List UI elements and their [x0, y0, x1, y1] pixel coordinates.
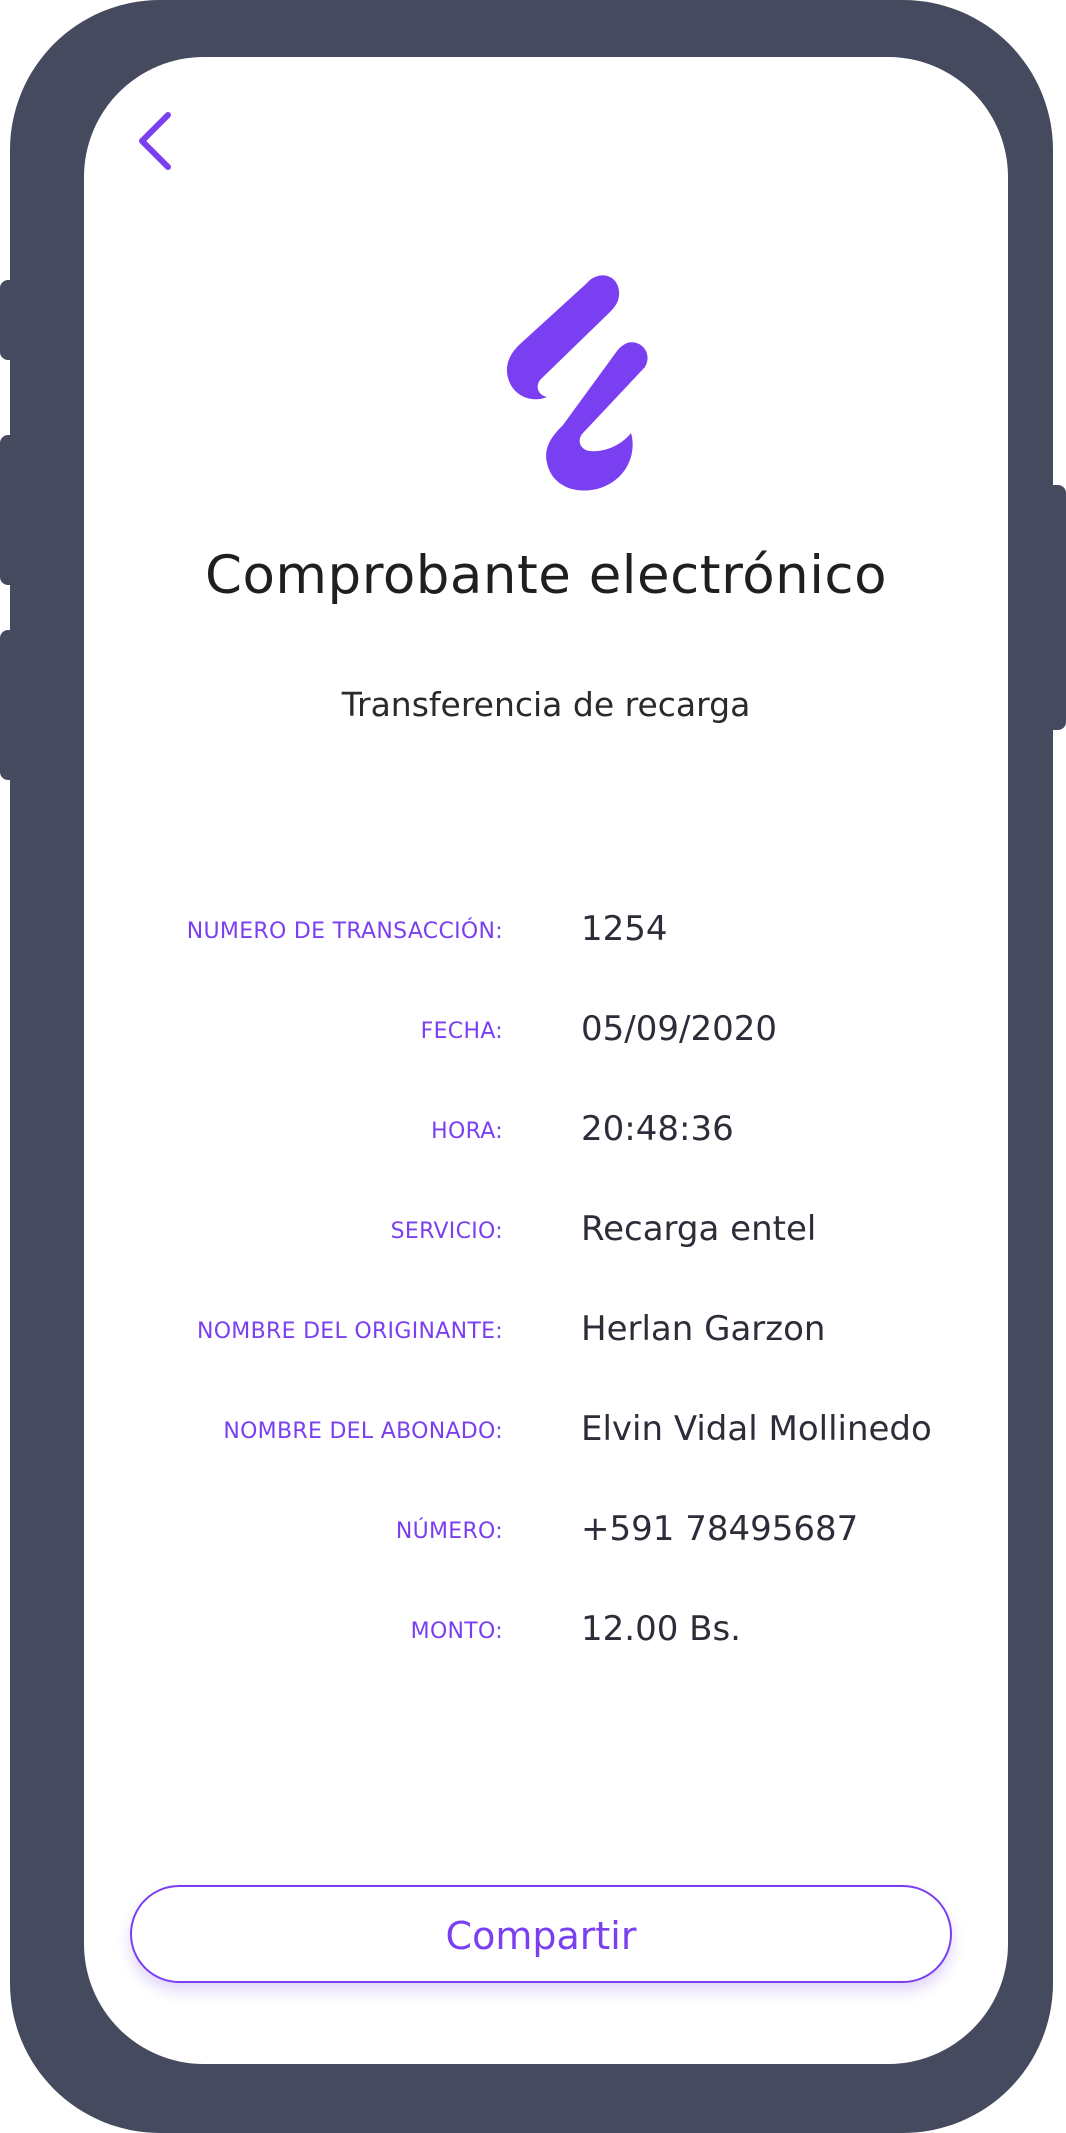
transaction-number-value: 1254 — [581, 909, 668, 949]
phone-number-label: NÚMERO: — [395, 1519, 503, 1544]
time-label: HORA: — [431, 1119, 503, 1144]
phone-number-value: +591 78495687 — [581, 1509, 859, 1549]
detail-row-time: HORA: 20:48:36 — [84, 1109, 1008, 1209]
detail-row-phone-number: NÚMERO: +591 78495687 — [84, 1509, 1008, 1609]
originator-name-label: NOMBRE DEL ORIGINANTE: — [196, 1319, 503, 1344]
originator-name-value: Herlan Garzon — [581, 1309, 826, 1349]
brand-logo-icon — [506, 275, 648, 491]
amount-label: MONTO: — [410, 1619, 503, 1644]
amount-value: 12.00 Bs. — [581, 1609, 741, 1649]
date-value: 05/09/2020 — [581, 1009, 777, 1049]
receipt-details: NUMERO DE TRANSACCIÓN: 1254 FECHA: 05/09… — [84, 909, 1008, 1709]
transaction-number-label: NUMERO DE TRANSACCIÓN: — [186, 919, 503, 944]
detail-row-date: FECHA: 05/09/2020 — [84, 1009, 1008, 1109]
page-title: Comprobante electrónico — [205, 545, 887, 606]
detail-row-amount: MONTO: 12.00 Bs. — [84, 1609, 1008, 1709]
date-label: FECHA: — [420, 1019, 503, 1044]
service-value: Recarga entel — [581, 1209, 817, 1249]
back-button[interactable] — [124, 107, 184, 177]
detail-row-subscriber-name: NOMBRE DEL ABONADO: Elvin Vidal Mollined… — [84, 1409, 1008, 1509]
detail-row-originator-name: NOMBRE DEL ORIGINANTE: Herlan Garzon — [84, 1309, 1008, 1409]
subscriber-name-value: Elvin Vidal Mollinedo — [581, 1409, 932, 1449]
share-button[interactable]: Compartir — [130, 1885, 952, 1983]
service-label: SERVICIO: — [390, 1219, 503, 1244]
phone-frame: Comprobante electrónico Transferencia de… — [10, 0, 1053, 2133]
time-value: 20:48:36 — [581, 1109, 734, 1149]
page-subtitle: Transferencia de recarga — [341, 685, 751, 724]
detail-row-service: SERVICIO: Recarga entel — [84, 1209, 1008, 1309]
detail-row-transaction-number: NUMERO DE TRANSACCIÓN: 1254 — [84, 909, 1008, 1009]
chevron-left-icon — [139, 112, 171, 170]
subscriber-name-label: NOMBRE DEL ABONADO: — [223, 1419, 503, 1444]
receipt-screen: Comprobante electrónico Transferencia de… — [84, 57, 1008, 2064]
